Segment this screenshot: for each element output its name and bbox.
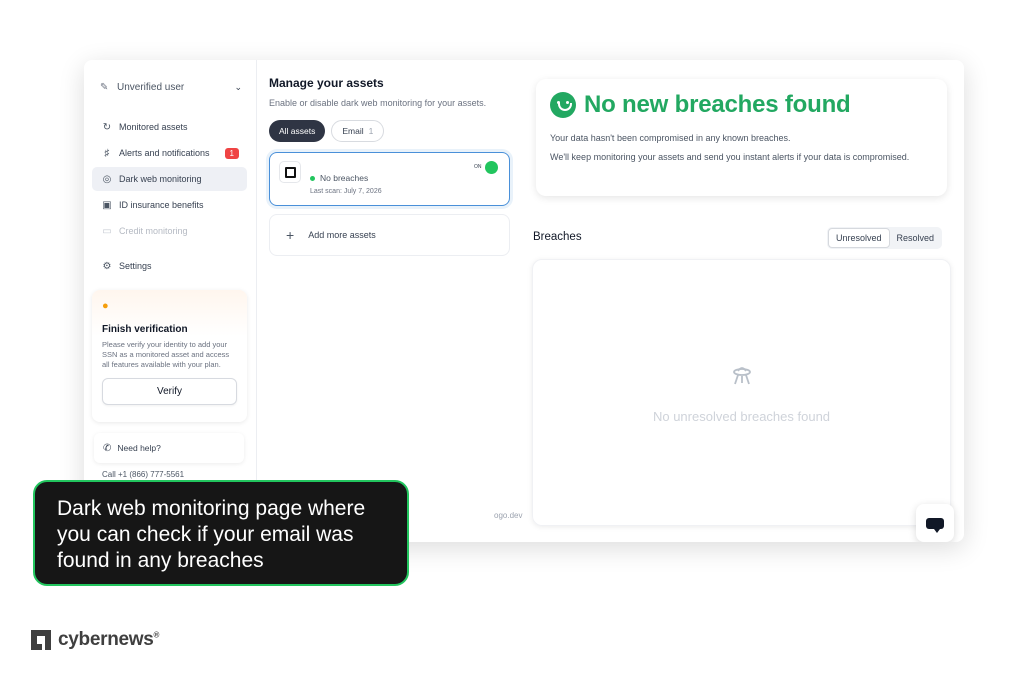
- smile-icon: [550, 92, 576, 118]
- user-badge-icon: ✎: [100, 81, 109, 93]
- add-assets-label: Add more assets: [308, 230, 376, 240]
- sidebar-item-alerts[interactable]: ♯ Alerts and notifications 1: [92, 141, 247, 165]
- assets-subtitle: Enable or disable dark web monitoring fo…: [269, 98, 487, 108]
- chat-button[interactable]: [916, 504, 954, 542]
- breaches-title: Breaches: [533, 231, 582, 243]
- verification-title: Finish verification: [102, 324, 188, 335]
- sidebar-nav: ↻ Monitored assets ♯ Alerts and notifica…: [92, 115, 247, 245]
- assets-section: Manage your assets Enable or disable dar…: [269, 76, 510, 256]
- chevron-down-icon: ⌄: [234, 81, 242, 92]
- status-header: No new breaches found: [550, 91, 933, 119]
- toggle-label: ON: [474, 164, 482, 170]
- tab-count: 1: [368, 126, 374, 136]
- status-line-1: Your data hasn't been compromised in any…: [550, 133, 791, 143]
- sidebar-item-id-insurance[interactable]: ▣ ID insurance benefits: [92, 193, 247, 217]
- tab-email[interactable]: Email 1: [331, 120, 385, 142]
- sidebar-item-label: Monitored assets: [119, 122, 188, 132]
- phone-icon: ✆: [103, 442, 112, 454]
- sidebar-item-label: Settings: [119, 261, 152, 271]
- help-label: Need help?: [117, 443, 161, 453]
- sidebar-item-label: ID insurance benefits: [119, 200, 204, 210]
- gear-icon: ⚙: [102, 260, 112, 272]
- app-window: ✎ Unverified user ⌄ ↻ Monitored assets ♯…: [84, 60, 964, 542]
- asset-logo-icon: [279, 161, 301, 183]
- asset-tabs: All assets Email 1: [269, 120, 509, 142]
- sidebar-item-label: Alerts and notifications: [119, 148, 210, 158]
- toggle-knob: [484, 160, 498, 174]
- breach-status-card: No new breaches found Your data hasn't b…: [536, 79, 947, 196]
- radar-icon: ◎: [102, 173, 112, 185]
- empty-state-text: No unresolved breaches found: [652, 409, 831, 424]
- bell-icon: ♯: [104, 147, 110, 159]
- verify-button[interactable]: Verify: [102, 378, 237, 405]
- tab-label: Email: [342, 126, 364, 136]
- brand-logo: cybernews®: [31, 629, 159, 651]
- asset-card[interactable]: No breaches Last scan: July 7, 2026 ON: [269, 152, 510, 206]
- brand-name: cybernews®: [58, 629, 160, 650]
- user-verify-icon: ●: [102, 300, 109, 312]
- breach-filter: Unresolved Resolved: [827, 227, 943, 249]
- chat-bubble-icon: [926, 517, 944, 533]
- user-selector[interactable]: ✎ Unverified user ⌄: [100, 78, 242, 96]
- tab-all-assets[interactable]: All assets: [269, 120, 326, 142]
- tab-label: All assets: [279, 126, 316, 136]
- verification-text: Please verify your identity to add your …: [102, 340, 230, 369]
- filter-unresolved[interactable]: Unresolved: [828, 228, 890, 248]
- stage: ✎ Unverified user ⌄ ↻ Monitored assets ♯…: [0, 0, 1024, 679]
- verification-card: ● Finish verification Please verify your…: [92, 290, 247, 422]
- breach-list-panel: No unresolved breaches found: [532, 259, 951, 526]
- caption-callout: Dark web monitoring page where you can c…: [33, 480, 409, 586]
- sidebar-item-dark-web-monitoring[interactable]: ◎ Dark web monitoring: [92, 167, 247, 191]
- assets-title: Manage your assets: [269, 76, 384, 90]
- asset-last-scan: Last scan: July 7, 2026: [310, 188, 382, 195]
- alerts-count-badge: 1: [224, 147, 239, 159]
- sidebar-item-settings[interactable]: ⚙ Settings: [92, 254, 247, 278]
- callout-text: Dark web monitoring page where you can c…: [57, 497, 366, 572]
- logo-credit[interactable]: ogo.dev: [494, 511, 522, 520]
- ufo-icon: [733, 367, 751, 385]
- sidebar-item-label: Credit monitoring: [119, 226, 188, 236]
- status-title: No new breaches found: [584, 91, 851, 118]
- add-more-assets-button[interactable]: + Add more assets: [269, 214, 510, 256]
- status-dot-icon: [310, 176, 315, 182]
- gift-icon: ▣: [102, 199, 112, 211]
- asset-status-text: No breaches: [320, 173, 369, 183]
- plus-icon: +: [286, 227, 295, 243]
- filter-resolved[interactable]: Resolved: [890, 228, 942, 248]
- sidebar-item-label: Dark web monitoring: [119, 174, 202, 184]
- status-line-2: We'll keep monitoring your assets and se…: [550, 152, 910, 162]
- registered-mark: ®: [153, 630, 160, 640]
- sidebar-item-credit-monitoring: ▭ Credit monitoring: [92, 219, 247, 243]
- card-icon: ▭: [102, 225, 112, 237]
- sidebar: ✎ Unverified user ⌄ ↻ Monitored assets ♯…: [84, 60, 257, 542]
- monitor-icon: ↻: [102, 121, 112, 133]
- asset-status: No breaches: [310, 173, 368, 183]
- sidebar-settings-wrap: ⚙ Settings: [92, 254, 247, 280]
- sidebar-item-monitored-assets[interactable]: ↻ Monitored assets: [92, 115, 247, 139]
- help-card[interactable]: ✆ Need help?: [94, 433, 244, 463]
- call-number[interactable]: Call +1 (866) 777-5561: [102, 470, 184, 479]
- monitoring-toggle[interactable]: ON: [474, 160, 500, 174]
- cybernews-logo-icon: [31, 630, 51, 650]
- user-label: Unverified user: [117, 81, 185, 93]
